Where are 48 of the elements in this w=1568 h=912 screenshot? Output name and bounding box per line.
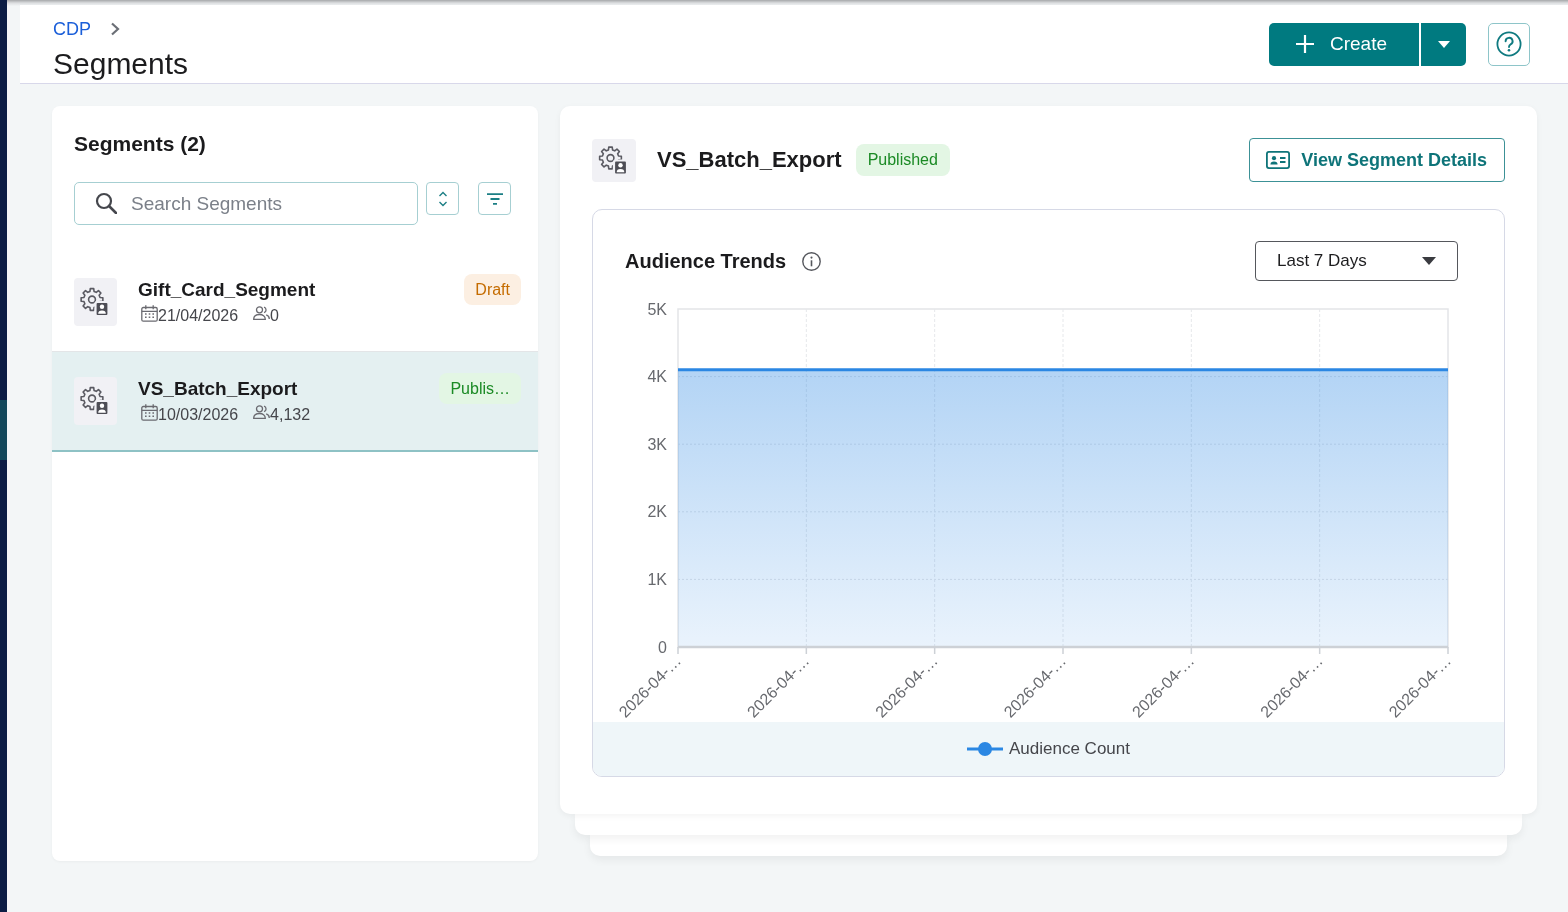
breadcrumb-link[interactable]: CDP [53, 18, 91, 40]
caret-down-icon [1422, 257, 1436, 265]
segment-title: VS_Batch_Export [657, 147, 842, 173]
created-date: 21/04/2026 [158, 305, 239, 326]
y-tick-label: 4K [647, 368, 667, 386]
filter-icon [486, 192, 503, 205]
y-tick-label: 3K [647, 435, 667, 453]
filter-button[interactable] [478, 182, 511, 215]
created-date: 10/03/2026 [158, 404, 239, 425]
status-badge: Published [855, 144, 950, 176]
people-icon [253, 305, 271, 320]
y-tick-label: 0 [658, 638, 667, 656]
search-field[interactable]: Search Segments [74, 182, 418, 225]
up-down-chevron-icon [437, 190, 448, 207]
caret-down-icon [1437, 40, 1450, 48]
segment-name: VS_Batch_Export [138, 377, 299, 400]
legend-label: Audience Count [1009, 739, 1130, 759]
range-dropdown[interactable]: Last 7 Days [1255, 241, 1458, 281]
gear-person-icon [74, 278, 117, 326]
create-button[interactable]: Create [1269, 22, 1419, 66]
status-badge: Draft [464, 274, 521, 305]
gear-person-icon [74, 377, 117, 425]
plus-icon [1296, 35, 1314, 53]
chevron-right-icon [110, 22, 120, 36]
people-icon [253, 404, 271, 419]
list-title: Segments (2) [73, 131, 207, 157]
help-button[interactable] [1488, 22, 1530, 66]
segment-list-item[interactable]: VS_Batch_Export 10/03/2026 4,132 Publis… [52, 352, 538, 452]
y-tick-label: 1K [647, 570, 667, 588]
y-tick-label: 2K [647, 503, 667, 521]
y-tick-label: 5K [647, 300, 667, 318]
segment-list-item[interactable]: Gift_Card_Segment 21/04/2026 0 Draft [52, 253, 538, 352]
id-card-icon [1266, 151, 1291, 169]
chart-title: Audience Trends [625, 249, 787, 273]
audience-count: 4,132 [270, 404, 311, 425]
view-details-button[interactable]: View Segment Details [1249, 138, 1505, 182]
status-badge: Publis… [439, 373, 521, 404]
create-menu-button[interactable] [1421, 22, 1466, 66]
audience-count: 0 [270, 305, 279, 326]
info-icon [802, 251, 822, 271]
sort-button[interactable] [426, 182, 459, 215]
calendar-icon [141, 305, 158, 322]
page-title: Segments [53, 46, 189, 82]
calendar-icon [141, 404, 158, 421]
search-icon [95, 192, 117, 214]
segment-name: Gift_Card_Segment [138, 278, 316, 301]
help-icon [1496, 31, 1522, 57]
gear-person-icon [592, 138, 636, 182]
